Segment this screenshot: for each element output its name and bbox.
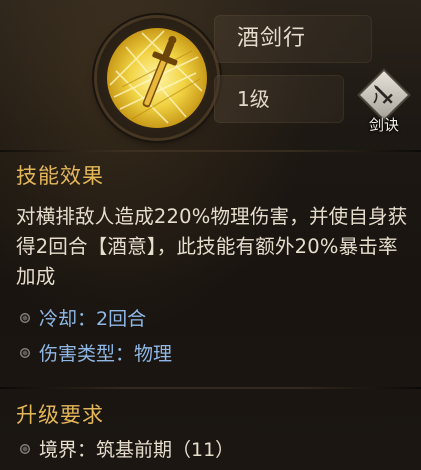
realm-requirement: 境界：筑基前期（11） bbox=[20, 436, 234, 464]
damage-type-stat: 伤害类型：物理 bbox=[20, 340, 172, 368]
effect-section-title: 技能效果 bbox=[16, 164, 104, 188]
skill-type-badge: 剑诀 bbox=[356, 70, 412, 140]
bullet-icon bbox=[20, 313, 30, 323]
upgrade-divider bbox=[0, 387, 421, 389]
bullet-icon bbox=[20, 444, 30, 454]
effect-description: 对横排敌人造成220%物理伤害，并使自身获得2回合【酒意】，此技能有额外20%暴… bbox=[16, 205, 408, 288]
upgrade-section-title: 升级要求 bbox=[16, 403, 104, 427]
skill-tooltip-panel: 酒剑行 1级 剑诀 技能效果 对横排敌人造成220%物理伤害，并使自身获得2回合… bbox=[0, 0, 421, 470]
golden-sword-icon bbox=[107, 28, 207, 128]
damage-type-text: 伤害类型：物理 bbox=[39, 343, 173, 365]
skill-name: 酒剑行 bbox=[237, 26, 307, 51]
realm-requirement-text: 境界：筑基前期（11） bbox=[39, 439, 235, 461]
skill-level: 1级 bbox=[237, 87, 270, 111]
skill-type-label: 剑诀 bbox=[368, 116, 399, 134]
header-divider bbox=[0, 150, 421, 152]
skill-level-box bbox=[214, 75, 344, 123]
skill-icon-frame bbox=[97, 18, 217, 138]
cooldown-stat: 冷却：2回合 bbox=[20, 305, 146, 333]
cooldown-text: 冷却：2回合 bbox=[39, 308, 147, 330]
bullet-icon bbox=[20, 348, 30, 358]
sword-icon bbox=[373, 85, 393, 104]
